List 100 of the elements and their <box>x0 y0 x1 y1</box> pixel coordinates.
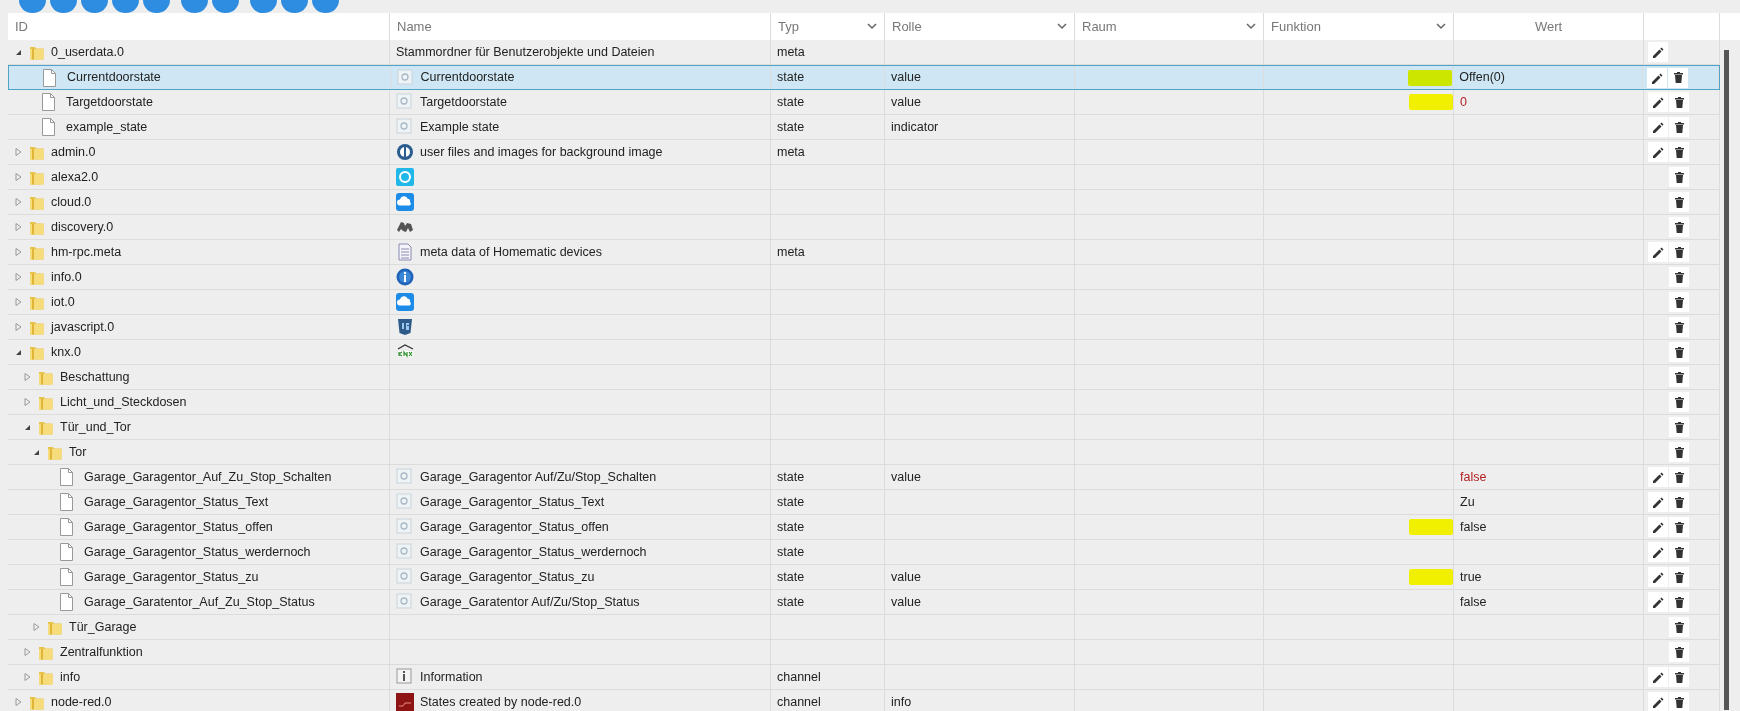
table-row[interactable]: info.0 <box>8 265 1720 290</box>
delete-button[interactable] <box>1669 642 1689 662</box>
toolbar-button[interactable] <box>281 0 308 13</box>
delete-button[interactable] <box>1669 667 1689 687</box>
delete-button[interactable] <box>1669 467 1689 487</box>
expand-toggle-icon[interactable] <box>24 373 31 381</box>
table-row[interactable]: node-red.0 States created by node-red.0 channel info <box>8 690 1720 711</box>
delete-button[interactable] <box>1669 167 1689 187</box>
edit-button[interactable] <box>1648 117 1668 137</box>
expand-toggle-icon[interactable] <box>15 223 22 231</box>
table-row[interactable]: info Information channel <box>8 665 1720 690</box>
table-row[interactable]: knx.0 <box>8 340 1720 365</box>
delete-button[interactable] <box>1669 692 1689 711</box>
delete-button[interactable] <box>1669 242 1689 262</box>
expand-toggle-icon[interactable] <box>15 273 22 281</box>
table-row[interactable]: discovery.0 <box>8 215 1720 240</box>
expand-toggle-icon[interactable] <box>15 698 22 706</box>
table-row[interactable]: Beschattung <box>8 365 1720 390</box>
table-row[interactable]: Tür_und_Tor <box>8 415 1720 440</box>
table-row[interactable]: Garage_Garagentor_Status_Text Garage_Garagentor_Status_Text state Zu <box>8 490 1720 515</box>
delete-button[interactable] <box>1669 267 1689 287</box>
scrollbar[interactable] <box>1724 50 1729 710</box>
toolbar-button[interactable] <box>312 0 339 13</box>
column-header[interactable]: Raum <box>1082 16 1117 37</box>
expand-toggle-icon[interactable] <box>15 198 22 206</box>
delete-button[interactable] <box>1669 367 1689 387</box>
chevron-down-icon[interactable] <box>1057 23 1067 30</box>
expand-toggle-icon[interactable] <box>33 623 40 631</box>
edit-button[interactable] <box>1648 667 1668 687</box>
delete-button[interactable] <box>1669 442 1689 462</box>
delete-button[interactable] <box>1669 492 1689 512</box>
delete-button[interactable] <box>1669 217 1689 237</box>
table-row[interactable]: example_state Example state state indicator <box>8 115 1720 140</box>
toolbar-button[interactable] <box>250 0 277 13</box>
chevron-down-icon[interactable] <box>1246 23 1256 30</box>
expand-toggle-icon[interactable] <box>24 648 31 656</box>
edit-button[interactable] <box>1648 242 1668 262</box>
edit-button[interactable] <box>1648 142 1668 162</box>
column-header[interactable]: Rolle <box>892 16 922 37</box>
edit-button[interactable] <box>1648 517 1668 537</box>
table-row[interactable]: Tür_Garage <box>8 615 1720 640</box>
toolbar-button[interactable] <box>143 0 170 13</box>
collapse-toggle-icon[interactable] <box>33 448 40 456</box>
table-row[interactable]: Garage_Garagentor_Auf_Zu_Stop_Schalten Garage_Garagentor Auf/Zu/Stop_Schalten state value false <box>8 465 1720 490</box>
delete-button[interactable] <box>1669 92 1689 112</box>
table-row[interactable]: alexa2.0 <box>8 165 1720 190</box>
column-header[interactable]: Name <box>397 16 432 37</box>
delete-button[interactable] <box>1669 567 1689 587</box>
edit-button[interactable] <box>1648 692 1668 711</box>
toolbar-button[interactable] <box>19 0 46 13</box>
expand-toggle-icon[interactable] <box>24 398 31 406</box>
column-header[interactable]: Funktion <box>1271 16 1321 37</box>
edit-button[interactable] <box>1648 42 1668 62</box>
edit-button[interactable] <box>1648 492 1668 512</box>
edit-button[interactable] <box>1648 467 1668 487</box>
delete-button[interactable] <box>1669 542 1689 562</box>
expand-toggle-icon[interactable] <box>24 673 31 681</box>
selected-row[interactable]: Currentdoorstate Currentdoorstate state value Offen(0) <box>8 65 1720 90</box>
chevron-down-icon[interactable] <box>1436 23 1446 30</box>
table-row[interactable]: Licht_und_Steckdosen <box>8 390 1720 415</box>
collapse-toggle-icon[interactable] <box>24 423 31 431</box>
delete-button[interactable] <box>1669 142 1689 162</box>
edit-button[interactable] <box>1648 92 1668 112</box>
table-row[interactable]: Garage_Garatentor_Auf_Zu_Stop_Status Garage_Garatentor Auf/Zu/Stop_Status state value false <box>8 590 1720 615</box>
delete-button[interactable] <box>1669 517 1689 537</box>
edit-button[interactable] <box>1648 592 1668 612</box>
toolbar-button[interactable] <box>112 0 139 13</box>
delete-button[interactable] <box>1669 392 1689 412</box>
delete-button[interactable] <box>1669 192 1689 212</box>
expand-toggle-icon[interactable] <box>15 248 22 256</box>
column-header[interactable]: ID <box>15 16 28 37</box>
column-header[interactable]: Typ <box>778 16 799 37</box>
expand-toggle-icon[interactable] <box>15 323 22 331</box>
edit-button[interactable] <box>1648 567 1668 587</box>
delete-button[interactable] <box>1669 592 1689 612</box>
table-row[interactable]: Targetdoorstate Targetdoorstate state value 0 <box>8 90 1720 115</box>
table-row[interactable]: iot.0 <box>8 290 1720 315</box>
expand-toggle-icon[interactable] <box>15 298 22 306</box>
table-row[interactable]: Garage_Garagentor_Status_offen Garage_Garagentor_Status_offen state false <box>8 515 1720 540</box>
toolbar-button[interactable] <box>181 0 208 13</box>
delete-button[interactable] <box>1669 117 1689 137</box>
table-row[interactable]: Tor <box>8 440 1720 465</box>
edit-button[interactable] <box>1647 67 1668 88</box>
toolbar-button[interactable] <box>81 0 108 13</box>
delete-button[interactable] <box>1668 67 1689 88</box>
table-row[interactable]: cloud.0 <box>8 190 1720 215</box>
delete-button[interactable] <box>1669 342 1689 362</box>
delete-button[interactable] <box>1669 317 1689 337</box>
table-row[interactable]: admin.0 user files and images for background image meta <box>8 140 1720 165</box>
table-row[interactable]: javascript.0 <box>8 315 1720 340</box>
collapse-toggle-icon[interactable] <box>15 348 22 356</box>
column-header[interactable]: Wert <box>1534 16 1563 37</box>
edit-button[interactable] <box>1648 542 1668 562</box>
table-row[interactable]: Zentralfunktion <box>8 640 1720 665</box>
expand-toggle-icon[interactable] <box>15 173 22 181</box>
delete-button[interactable] <box>1669 417 1689 437</box>
delete-button[interactable] <box>1669 292 1689 312</box>
table-row[interactable]: Garage_Garagentor_Status_zu Garage_Garagentor_Status_zu state value true <box>8 565 1720 590</box>
table-row[interactable]: hm-rpc.meta meta data of Homematic devices meta <box>8 240 1720 265</box>
delete-button[interactable] <box>1669 617 1689 637</box>
